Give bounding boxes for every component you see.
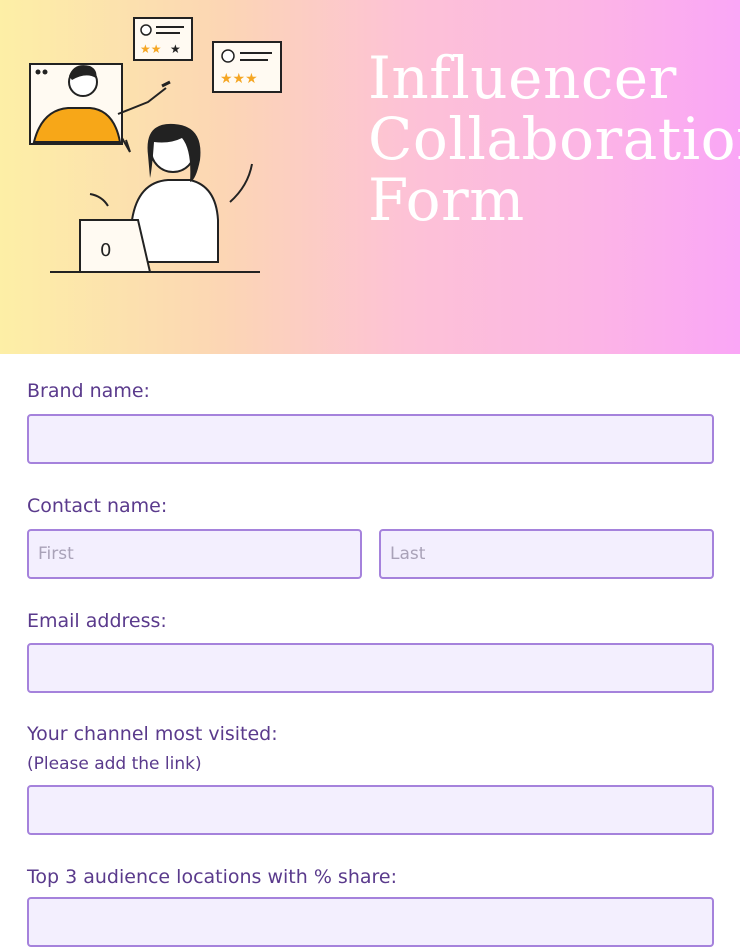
svg-text:★★: ★★ — [140, 42, 162, 56]
last-name-input[interactable] — [379, 529, 714, 579]
svg-text:★: ★ — [170, 42, 181, 56]
svg-text:★★★: ★★★ — [220, 71, 258, 87]
contact-name-label: Contact name: — [27, 495, 168, 517]
audience-locations-input[interactable] — [27, 897, 714, 947]
video-call-illustration: ★★ ★ ★★★ 0 — [29, 17, 282, 273]
svg-text:0: 0 — [100, 240, 111, 261]
brand-name-label: Brand name: — [27, 380, 150, 402]
first-name-input[interactable] — [27, 529, 362, 579]
brand-name-input[interactable] — [27, 414, 714, 464]
review-card-right-icon: ★★★ — [212, 41, 282, 93]
review-card-top-icon: ★★ ★ — [133, 17, 193, 61]
form-header: ★★ ★ ★★★ 0 Influencer Collaboration Form — [0, 0, 740, 354]
channel-link-input[interactable] — [27, 785, 714, 835]
audience-locations-label: Top 3 audience locations with % share: — [27, 866, 397, 888]
email-label: Email address: — [27, 610, 167, 632]
form-title: Influencer Collaboration Form — [368, 44, 740, 234]
channel-sublabel: (Please add the link) — [27, 754, 202, 774]
email-input[interactable] — [27, 643, 714, 693]
channel-label: Your channel most visited: — [27, 723, 278, 745]
woman-at-laptop-icon: 0 — [50, 123, 260, 273]
